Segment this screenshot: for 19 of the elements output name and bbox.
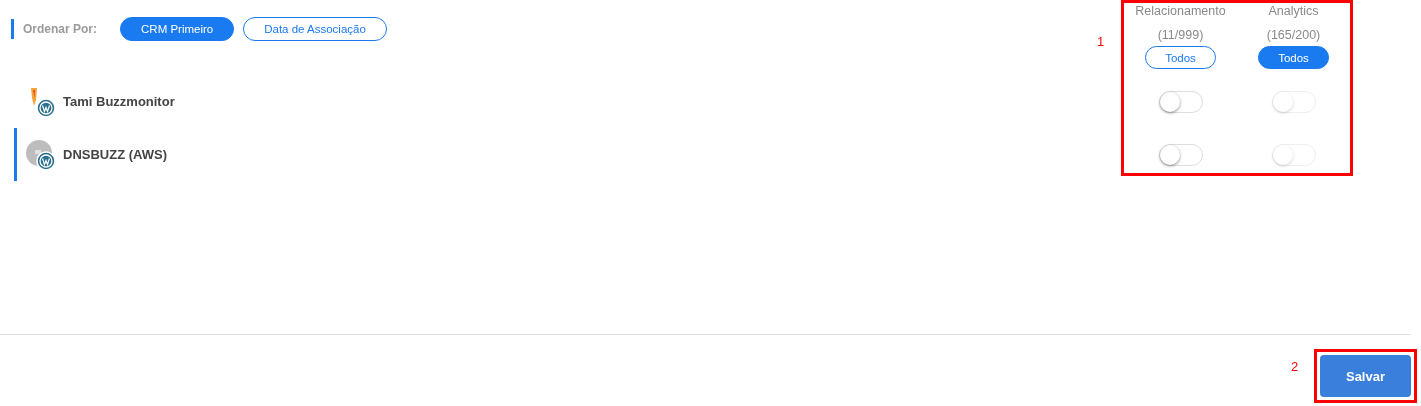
toggle-switch[interactable] bbox=[1158, 143, 1203, 166]
avatar-icon bbox=[25, 138, 57, 171]
sort-option[interactable]: CRM Primeiro bbox=[120, 17, 235, 41]
sort-label: Ordenar Por: bbox=[11, 19, 111, 39]
save-button[interactable]: Salvar bbox=[1320, 355, 1411, 397]
toggle-switch[interactable] bbox=[1158, 90, 1203, 113]
column-title: Relacionamento bbox=[1135, 4, 1226, 20]
account-name: DNSBUZZ (AWS) bbox=[63, 147, 167, 162]
annotation-number: 2 bbox=[1291, 359, 1299, 374]
account-row[interactable]: DNSBUZZ (AWS) bbox=[14, 128, 1124, 181]
column-count: (165/200) bbox=[1266, 27, 1321, 44]
select-all-button[interactable]: Todos bbox=[1145, 46, 1216, 69]
sort-option[interactable]: Data de Associação bbox=[243, 17, 387, 41]
select-all-button[interactable]: Todos bbox=[1258, 46, 1329, 69]
column-title: Analytics bbox=[1268, 4, 1319, 20]
account-row[interactable]: Tami Buzzmonitor bbox=[14, 75, 1124, 128]
annotation-number: 1 bbox=[1097, 34, 1105, 49]
account-name: Tami Buzzmonitor bbox=[63, 94, 175, 109]
column-count: (11/999) bbox=[1157, 27, 1204, 44]
